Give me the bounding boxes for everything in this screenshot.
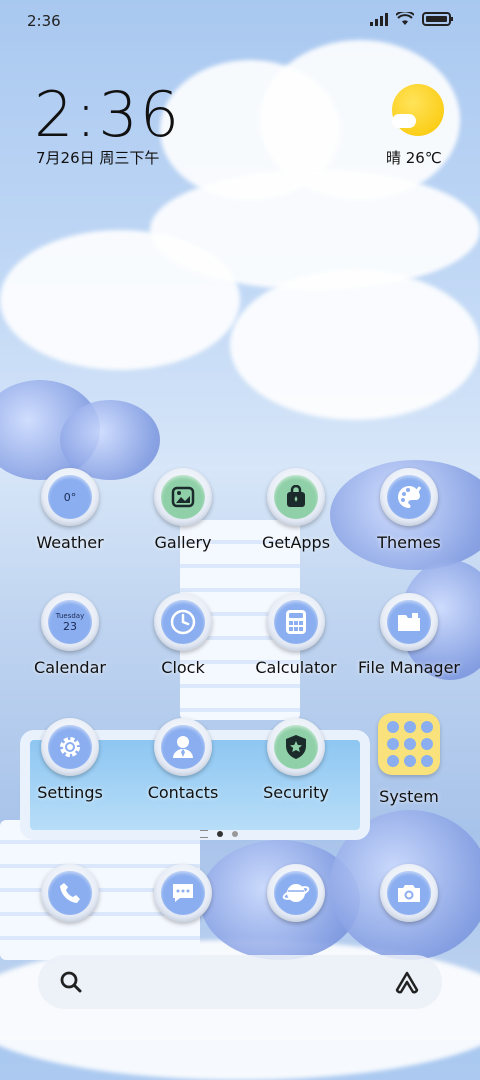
file-manager-icon xyxy=(387,600,431,644)
search-bar[interactable] xyxy=(38,955,442,1009)
assistant-icon[interactable] xyxy=(394,970,420,994)
status-bar: 2:36 xyxy=(0,0,480,40)
weather-widget-text[interactable]: 晴 26℃ xyxy=(386,147,442,168)
calendar-icon: Tuesday 23 xyxy=(48,600,92,644)
gallery-icon xyxy=(161,475,205,519)
search-icon xyxy=(60,971,82,993)
app-label: Contacts xyxy=(147,783,219,802)
page-dot xyxy=(232,831,238,837)
page-dot-current xyxy=(217,831,223,837)
clock-icon xyxy=(161,600,205,644)
app-calendar[interactable]: Tuesday 23 Calendar xyxy=(15,593,125,677)
app-label: Clock xyxy=(161,658,205,677)
app-label: Settings xyxy=(37,783,103,802)
app-security[interactable]: Security xyxy=(241,718,351,802)
app-label: File Manager xyxy=(358,658,460,677)
app-contacts[interactable]: Contacts xyxy=(128,718,238,802)
dock-messages[interactable] xyxy=(128,864,238,922)
calendar-icon-day: Tuesday xyxy=(55,611,85,620)
app-calculator[interactable]: Calculator xyxy=(241,593,351,677)
gear-icon xyxy=(48,725,92,769)
folder-icon xyxy=(378,713,440,775)
app-label: Security xyxy=(263,783,329,802)
clock-widget-time[interactable]: 2:36 xyxy=(34,78,181,151)
browser-icon xyxy=(274,871,318,915)
message-icon xyxy=(161,871,205,915)
dock-phone[interactable] xyxy=(15,864,125,922)
shield-star-icon xyxy=(274,725,318,769)
app-label: Themes xyxy=(377,533,441,552)
weather-icon: 0° xyxy=(48,475,92,519)
app-weather[interactable]: 0° Weather xyxy=(15,468,125,552)
calendar-icon-date: 23 xyxy=(63,619,77,633)
app-themes[interactable]: Themes xyxy=(354,468,464,552)
app-settings[interactable]: Settings xyxy=(15,718,125,802)
app-getapps[interactable]: GetApps xyxy=(241,468,351,552)
clock-widget-date[interactable]: 7月26日 周三下午 xyxy=(36,147,159,168)
status-time: 2:36 xyxy=(27,12,61,30)
camera-icon xyxy=(387,871,431,915)
app-gallery[interactable]: Gallery xyxy=(128,468,238,552)
battery-icon xyxy=(422,12,453,26)
cloud-icon xyxy=(392,114,416,128)
phone-icon xyxy=(48,871,92,915)
themes-icon xyxy=(387,475,431,519)
app-list-indicator-icon xyxy=(200,830,208,838)
app-label: Calendar xyxy=(34,658,106,677)
dock-browser[interactable] xyxy=(241,864,351,922)
weather-icon-temp: 0° xyxy=(63,490,77,504)
app-folder-system[interactable]: System xyxy=(354,713,464,806)
signal-icon xyxy=(370,12,388,26)
app-clock[interactable]: Clock xyxy=(128,593,238,677)
contacts-icon xyxy=(161,725,205,769)
app-label: System xyxy=(379,787,439,806)
app-label: Gallery xyxy=(154,533,212,552)
page-indicator[interactable] xyxy=(200,830,238,838)
app-label: Calculator xyxy=(255,658,337,677)
app-label: Weather xyxy=(36,533,104,552)
dock-camera[interactable] xyxy=(354,864,464,922)
app-label: GetApps xyxy=(261,533,331,552)
sun-icon[interactable] xyxy=(392,84,444,136)
app-file-manager[interactable]: File Manager xyxy=(354,593,464,677)
calculator-icon xyxy=(274,600,318,644)
wifi-icon xyxy=(396,12,414,25)
getapps-icon xyxy=(274,475,318,519)
